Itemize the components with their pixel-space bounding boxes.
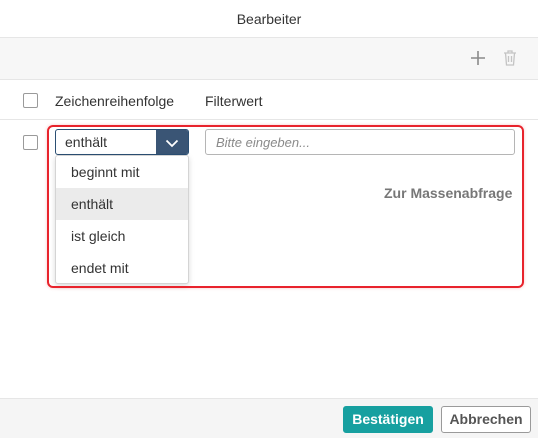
dropdown-option-endet-mit[interactable]: endet mit [56, 252, 188, 284]
operator-select[interactable]: enthält [55, 129, 189, 155]
operator-select-value: enthält [65, 134, 108, 150]
column-header-filterwert: Filterwert [205, 93, 263, 109]
dropdown-option-ist-gleich[interactable]: ist gleich [56, 220, 188, 252]
select-all-checkbox[interactable] [23, 93, 38, 108]
filter-value-input[interactable] [205, 129, 515, 155]
trash-icon[interactable] [500, 48, 520, 68]
operator-dropdown: beginnt mit enthält ist gleich endet mit [55, 155, 189, 284]
cancel-button[interactable]: Abbrechen [441, 406, 531, 433]
column-header-zeichenreihenfolge: Zeichenreihenfolge [55, 93, 175, 109]
plus-icon[interactable] [468, 48, 488, 68]
chevron-down-icon[interactable] [156, 130, 188, 154]
table-header: Zeichenreihenfolge Filterwert [0, 80, 538, 120]
dropdown-option-enthaelt[interactable]: enthält [56, 188, 188, 220]
confirm-button[interactable]: Bestätigen [343, 406, 433, 433]
bulk-query-link[interactable]: Zur Massenabfrage [384, 185, 512, 201]
toolbar [0, 38, 538, 80]
dialog-title: Bearbeiter [0, 0, 538, 38]
dialog-footer: Bestätigen Abbrechen [0, 398, 538, 438]
row-checkbox[interactable] [23, 135, 38, 150]
dropdown-option-beginnt-mit[interactable]: beginnt mit [56, 156, 188, 188]
